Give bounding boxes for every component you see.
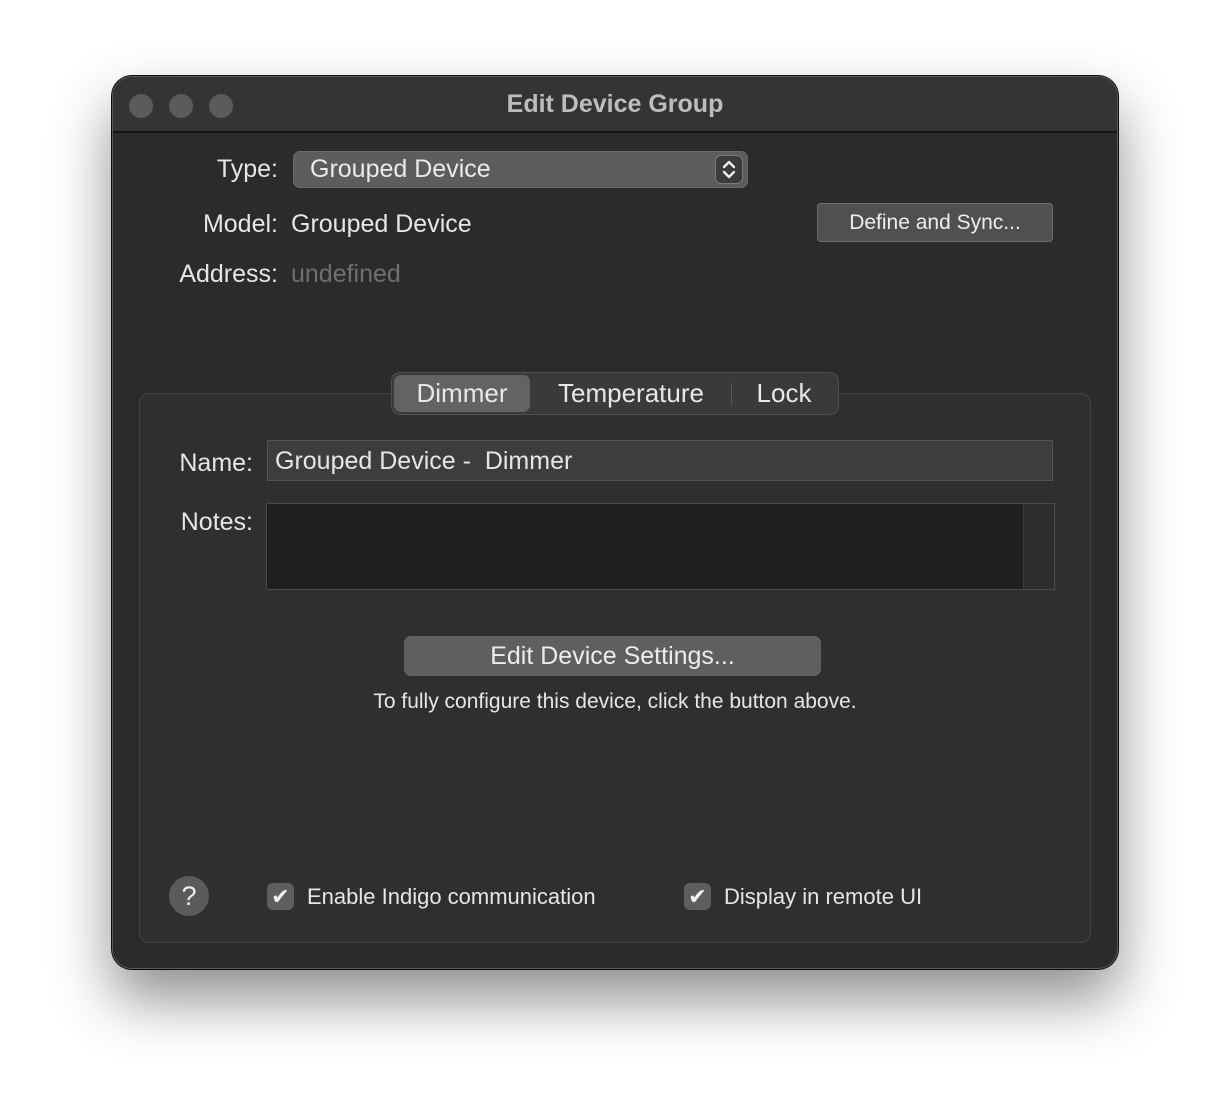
edit-device-settings-button[interactable]: Edit Device Settings...: [404, 636, 821, 676]
tab-temperature[interactable]: Temperature: [532, 375, 730, 412]
name-field-value: Grouped Device - Dimmer: [275, 447, 573, 475]
address-value: undefined: [291, 260, 401, 288]
enable-indigo-communication-label[interactable]: Enable Indigo communication: [307, 884, 596, 910]
checkmark-icon: ✔: [688, 884, 707, 909]
chevron-up-down-icon: [715, 155, 743, 184]
title-bar[interactable]: Edit Device Group: [113, 77, 1117, 133]
window-title: Edit Device Group: [506, 90, 724, 118]
checkmark-icon: ✔: [271, 884, 290, 909]
enable-indigo-communication-checkbox[interactable]: ✔: [267, 883, 294, 910]
notes-scrollbar[interactable]: [1023, 504, 1054, 589]
notes-label: Notes:: [180, 508, 253, 536]
display-in-remote-ui-checkbox[interactable]: ✔: [684, 883, 711, 910]
display-in-remote-ui-label[interactable]: Display in remote UI: [724, 884, 922, 910]
tab-dimmer[interactable]: Dimmer: [394, 375, 530, 412]
model-value: Grouped Device: [291, 210, 472, 238]
tab-bar: Dimmer Temperature Lock: [391, 372, 839, 415]
question-mark-icon: ?: [181, 881, 197, 911]
edit-device-group-window: Edit Device Group Type: Grouped Device M…: [112, 76, 1118, 969]
define-and-sync-button[interactable]: Define and Sync...: [817, 203, 1053, 242]
configure-hint-text: To fully configure this device, click th…: [373, 690, 857, 713]
model-label: Model:: [202, 210, 278, 238]
name-field[interactable]: Grouped Device - Dimmer: [267, 440, 1053, 481]
help-button[interactable]: ?: [169, 876, 209, 916]
type-label: Type:: [216, 155, 278, 183]
tab-separator: [731, 383, 732, 405]
type-popup-value: Grouped Device: [310, 155, 491, 183]
tab-lock[interactable]: Lock: [733, 375, 835, 412]
notes-textarea[interactable]: [266, 503, 1055, 590]
name-label: Name:: [179, 449, 253, 477]
address-label: Address:: [179, 260, 278, 288]
type-popup[interactable]: Grouped Device: [293, 151, 748, 188]
